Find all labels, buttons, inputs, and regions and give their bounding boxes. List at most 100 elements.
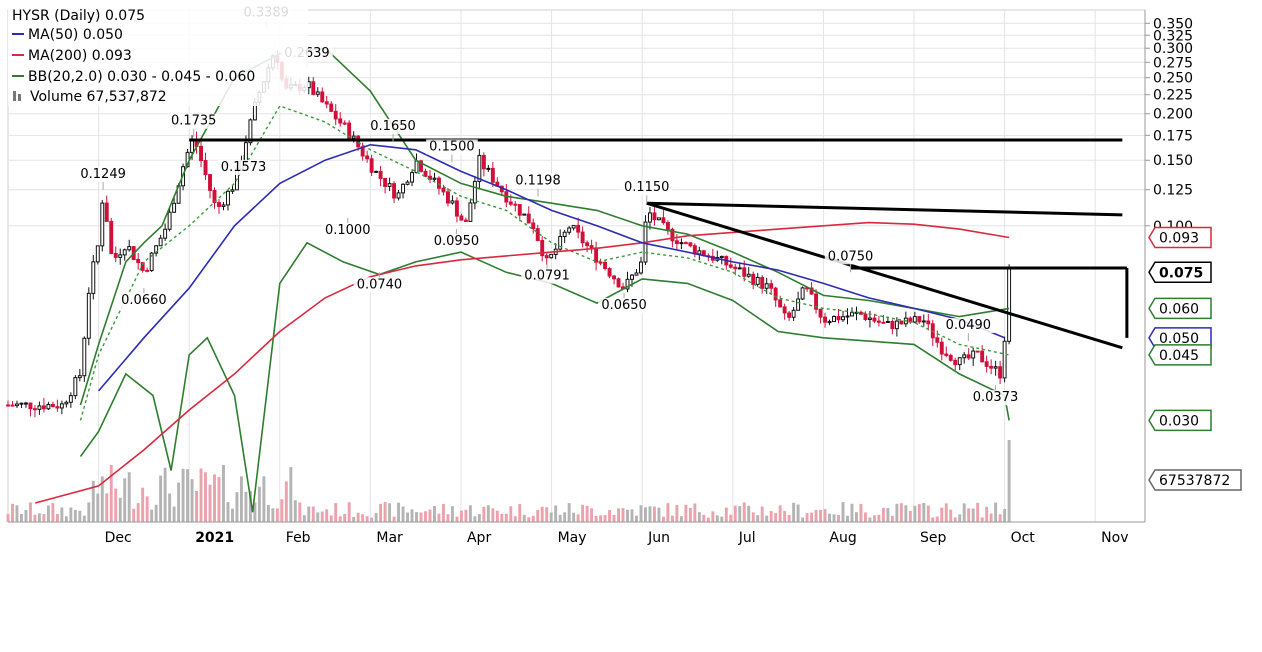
volume-bar — [590, 508, 594, 522]
volume-bar — [213, 474, 216, 522]
volume-bar — [733, 505, 737, 522]
candle-body — [23, 402, 28, 405]
volume-bar — [446, 514, 450, 522]
candle-body — [226, 190, 230, 206]
volume-bar — [626, 509, 629, 522]
volume-bar — [644, 507, 647, 522]
candle-body — [77, 375, 82, 379]
volume-bar — [971, 508, 975, 522]
candle-body — [432, 177, 437, 180]
volume-bar — [801, 517, 805, 522]
volume-bar — [670, 515, 674, 522]
price-label: 0.0490 — [946, 318, 992, 333]
candle-body — [445, 191, 450, 204]
candle-body — [948, 354, 953, 361]
candle-body — [679, 242, 684, 245]
volume-bar — [949, 509, 953, 522]
volume-bar — [783, 511, 787, 522]
candle-body — [158, 237, 163, 247]
volume-bar — [343, 513, 347, 522]
candle-body — [517, 204, 522, 216]
legend-volume: Volume 67,537,872 — [30, 89, 167, 105]
volume-bar — [536, 509, 540, 522]
candle-body — [728, 264, 733, 268]
candle-body — [580, 231, 585, 244]
volume-bar — [841, 502, 845, 522]
volume-bar — [208, 484, 212, 522]
candle-body — [648, 212, 652, 223]
candle-body — [769, 283, 774, 289]
candle-body — [68, 395, 73, 403]
candle-body — [86, 292, 91, 339]
volume-bar — [415, 512, 418, 522]
candle-body — [199, 145, 203, 162]
volume-bar — [87, 502, 91, 522]
volume-bar — [424, 511, 427, 522]
volume-bar — [715, 515, 719, 522]
volume-bar — [724, 507, 728, 522]
candle-body — [598, 261, 603, 264]
candle-body — [778, 299, 783, 308]
candle-body — [28, 402, 33, 410]
candle-body — [688, 242, 693, 247]
candle-body — [975, 350, 980, 353]
volume-bar — [652, 506, 656, 522]
volume-bar — [410, 509, 414, 522]
volume-bar — [257, 486, 261, 522]
volume-bar — [711, 511, 715, 522]
candle-body — [113, 252, 118, 258]
candle-body — [59, 403, 64, 409]
price-label: 0.1573 — [221, 160, 267, 175]
volume-bar — [302, 515, 306, 522]
volume-bar — [706, 517, 710, 522]
volume-bar — [621, 508, 625, 522]
candle-body — [841, 316, 845, 321]
volume-bar — [154, 504, 158, 522]
candle-body — [320, 91, 325, 103]
volume-bar — [325, 509, 329, 522]
candle-body — [535, 228, 540, 241]
volume-bar — [599, 515, 603, 522]
candle-body — [899, 320, 904, 325]
price-label: 0.1150 — [624, 180, 670, 195]
volume-bar — [334, 503, 338, 522]
volume-bar — [352, 516, 356, 522]
value-badge-text: 0.030 — [1159, 413, 1199, 429]
candle-body — [603, 261, 608, 270]
volume-bar — [379, 503, 383, 522]
volume-bar — [42, 514, 46, 522]
candle-body — [544, 255, 549, 259]
volume-bar — [495, 510, 499, 522]
value-badge-text: 0.045 — [1159, 348, 1199, 364]
candle-body — [737, 267, 742, 270]
volume-bar — [289, 467, 293, 522]
candle-body — [468, 202, 473, 222]
candle-body — [50, 403, 55, 408]
volume-bar — [980, 517, 984, 522]
volume-bar — [962, 503, 966, 522]
volume-bar — [639, 505, 643, 522]
candle-body — [333, 110, 338, 120]
volume-bar — [172, 506, 176, 522]
candle-body — [876, 320, 881, 323]
x-tick-label: Nov — [1101, 530, 1128, 546]
x-tick-label: 2021 — [195, 530, 234, 546]
candle-body — [217, 202, 221, 207]
volume-bar — [1003, 509, 1007, 522]
volume-bar — [204, 472, 207, 522]
y-tick-label: 0.125 — [1153, 183, 1193, 199]
volume-bar — [500, 513, 504, 522]
candle-body — [127, 246, 132, 251]
volume-bar — [127, 472, 131, 522]
volume-bar — [837, 514, 840, 522]
volume-bar — [989, 513, 993, 522]
volume-bar — [406, 512, 410, 522]
volume-bar — [307, 506, 311, 522]
candle-body — [338, 118, 343, 124]
candle-body — [437, 177, 441, 189]
candle-body — [405, 181, 410, 185]
volume-bar — [738, 506, 742, 522]
volume-bar — [60, 507, 64, 522]
volume-bar — [778, 505, 782, 522]
volume-bar — [145, 496, 149, 522]
